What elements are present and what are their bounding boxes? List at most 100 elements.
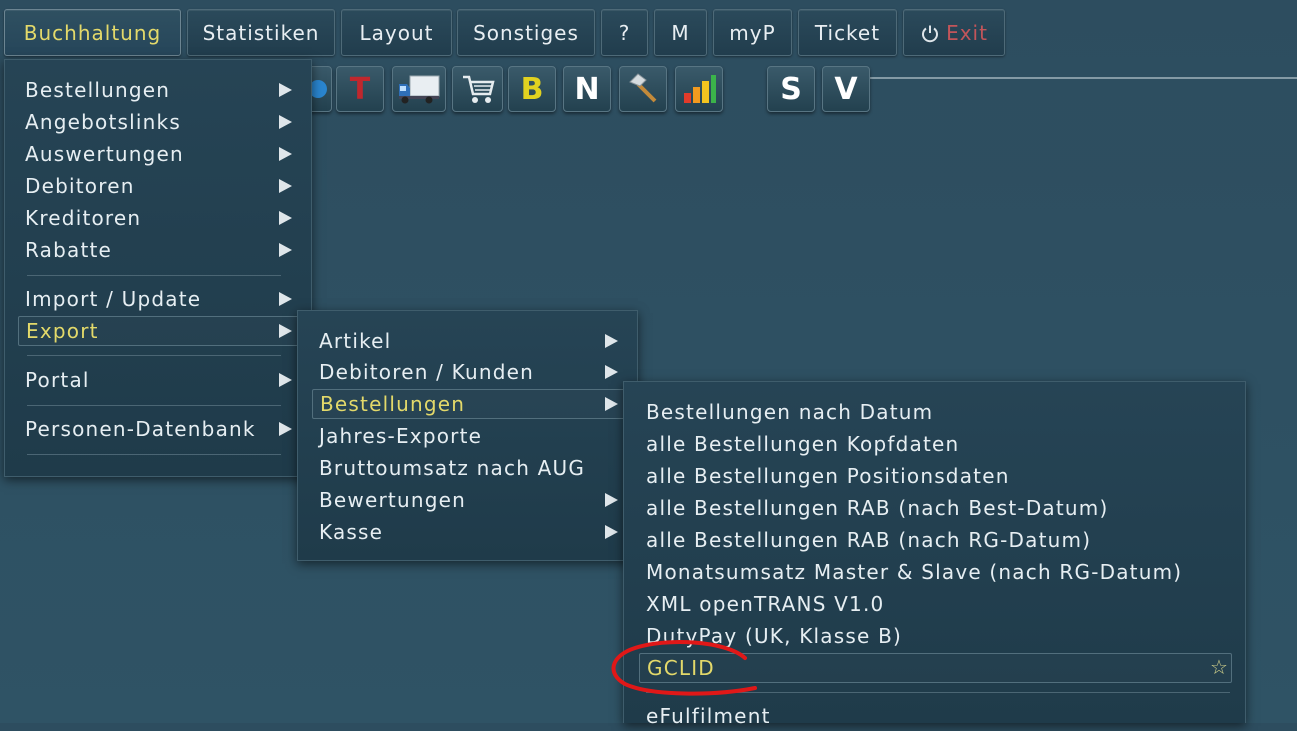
submenu-arrow-icon <box>279 115 292 129</box>
menu-separator <box>27 355 281 356</box>
submenu-arrow-icon <box>605 334 618 348</box>
menu-layout[interactable]: Layout <box>341 9 452 56</box>
submenu-arrow-icon <box>279 147 292 161</box>
t-icon: T <box>349 71 371 107</box>
menu-separator <box>646 692 1230 693</box>
menu3-kopfdaten[interactable]: alle Bestellungen Kopfdaten <box>646 429 1236 459</box>
power-icon <box>920 24 939 42</box>
chart-button[interactable] <box>675 66 723 112</box>
menu3-rab-rg-datum[interactable]: alle Bestellungen RAB (nach RG-Datum) <box>646 525 1236 555</box>
item-label: alle Bestellungen RAB (nach RG-Datum) <box>646 528 1092 552</box>
menu1-import-update[interactable]: Import / Update <box>25 284 305 314</box>
menu1-rabatte[interactable]: Rabatte <box>25 235 305 265</box>
exit-button[interactable]: Exit <box>903 9 1005 56</box>
exit-label: Exit <box>946 20 988 45</box>
submenu-arrow-icon <box>279 422 292 436</box>
menu-label: Layout <box>359 20 434 45</box>
menu2-kasse[interactable]: Kasse <box>319 517 629 547</box>
item-label: Bestellungen nach Datum <box>646 400 934 424</box>
item-label: Portal <box>25 368 90 392</box>
item-label: Bewertungen <box>319 488 466 512</box>
menu-label: M <box>671 20 690 45</box>
menu2-artikel[interactable]: Artikel <box>319 326 629 356</box>
item-label: Personen-Datenbank <box>25 417 256 441</box>
item-label: eFulfilment <box>646 704 771 728</box>
menu2-bruttoumsatz[interactable]: Bruttoumsatz nach AUG <box>319 453 629 483</box>
menu-label: Sonstiges <box>473 20 579 45</box>
t-button[interactable]: T <box>336 66 384 112</box>
item-label: Auswertungen <box>25 142 184 166</box>
item-label: Rabatte <box>25 238 113 262</box>
v-button[interactable]: V <box>822 66 870 112</box>
menu1-personen-datenbank[interactable]: Personen-Datenbank <box>25 414 305 444</box>
menu1-angebotslinks[interactable]: Angebotslinks <box>25 107 305 137</box>
item-label: Debitoren <box>25 174 135 198</box>
submenu-arrow-icon <box>279 211 292 225</box>
submenu-arrow-icon <box>605 365 618 379</box>
menu3-bestellungen-nach-datum[interactable]: Bestellungen nach Datum <box>646 397 1236 427</box>
truck-icon <box>399 75 440 104</box>
item-label: Bruttoumsatz nach AUG <box>319 456 586 480</box>
menu3-dutypay[interactable]: DutyPay (UK, Klasse B) <box>646 621 1236 651</box>
b-icon: B <box>520 71 544 107</box>
bar-chart-icon <box>684 75 716 103</box>
menu-sonstiges[interactable]: Sonstiges <box>457 9 595 56</box>
menu2-bestellungen[interactable]: Bestellungen <box>312 389 630 419</box>
item-label: Debitoren / Kunden <box>319 360 534 384</box>
menu3-monatsumsatz[interactable]: Monatsumsatz Master & Slave (nach RG-Dat… <box>646 557 1236 587</box>
menu1-export[interactable]: Export <box>18 316 307 346</box>
favorite-star-icon[interactable]: ☆ <box>1210 655 1229 679</box>
menu1-bestellungen[interactable]: Bestellungen <box>25 75 305 105</box>
item-label: DutyPay (UK, Klasse B) <box>646 624 902 648</box>
item-label: Angebotslinks <box>25 110 181 134</box>
cart-button[interactable] <box>452 66 503 112</box>
menu-buchhaltung[interactable]: Buchhaltung <box>4 9 181 56</box>
menu-m[interactable]: M <box>654 9 707 56</box>
menu-help[interactable]: ? <box>601 9 648 56</box>
item-label: Kreditoren <box>25 206 142 230</box>
menu-label: myP <box>729 20 776 45</box>
menu1-kreditoren[interactable]: Kreditoren <box>25 203 305 233</box>
menu-label: Statistiken <box>202 20 320 45</box>
submenu-arrow-icon <box>279 373 292 387</box>
item-label: alle Bestellungen Positionsdaten <box>646 464 1010 488</box>
menu3-xml-opentrans[interactable]: XML openTRANS V1.0 <box>646 589 1236 619</box>
menu2-debitoren-kunden[interactable]: Debitoren / Kunden <box>319 357 629 387</box>
item-label: Import / Update <box>25 287 202 311</box>
item-label: Monatsumsatz Master & Slave (nach RG-Dat… <box>646 560 1183 584</box>
v-icon: V <box>834 71 858 107</box>
item-label: Bestellungen <box>320 392 466 416</box>
submenu-arrow-icon <box>279 292 292 306</box>
submenu-arrow-icon <box>279 243 292 257</box>
submenu-arrow-icon <box>279 179 292 193</box>
menu2-jahres-exporte[interactable]: Jahres-Exporte <box>319 421 629 451</box>
menu3-gclid[interactable]: GCLID ☆ <box>639 653 1232 683</box>
item-label: alle Bestellungen RAB (nach Best-Datum) <box>646 496 1109 520</box>
hammer-button[interactable] <box>619 66 667 112</box>
menu2-bewertungen[interactable]: Bewertungen <box>319 485 629 515</box>
item-label: GCLID <box>647 656 715 680</box>
menu-statistiken[interactable]: Statistiken <box>187 9 335 56</box>
truck-button[interactable] <box>392 66 446 112</box>
item-label: Jahres-Exporte <box>319 424 483 448</box>
menu-label: Ticket <box>814 20 881 45</box>
menu-ticket[interactable]: Ticket <box>798 9 897 56</box>
menu3-efulfilment[interactable]: eFulfilment <box>646 701 1236 731</box>
export-submenu: Artikel Debitoren / Kunden Bestellungen … <box>297 310 638 561</box>
submenu-arrow-icon <box>279 83 292 97</box>
menu1-debitoren[interactable]: Debitoren <box>25 171 305 201</box>
item-label: Bestellungen <box>25 78 171 102</box>
b-button[interactable]: B <box>508 66 556 112</box>
menu3-rab-best-datum[interactable]: alle Bestellungen RAB (nach Best-Datum) <box>646 493 1236 523</box>
menu-myp[interactable]: myP <box>713 9 792 56</box>
n-button[interactable]: N <box>563 66 611 112</box>
menu1-portal[interactable]: Portal <box>25 365 305 395</box>
cart-icon <box>462 75 495 103</box>
n-icon: N <box>574 71 600 107</box>
menu3-positionsdaten[interactable]: alle Bestellungen Positionsdaten <box>646 461 1236 491</box>
toolbar-divider <box>870 77 1297 79</box>
main-menubar: Buchhaltung Statistiken Layout Sonstiges… <box>0 0 1297 64</box>
buchhaltung-dropdown: Bestellungen Angebotslinks Auswertungen … <box>4 59 312 477</box>
s-button[interactable]: S <box>767 66 815 112</box>
menu1-auswertungen[interactable]: Auswertungen <box>25 139 305 169</box>
